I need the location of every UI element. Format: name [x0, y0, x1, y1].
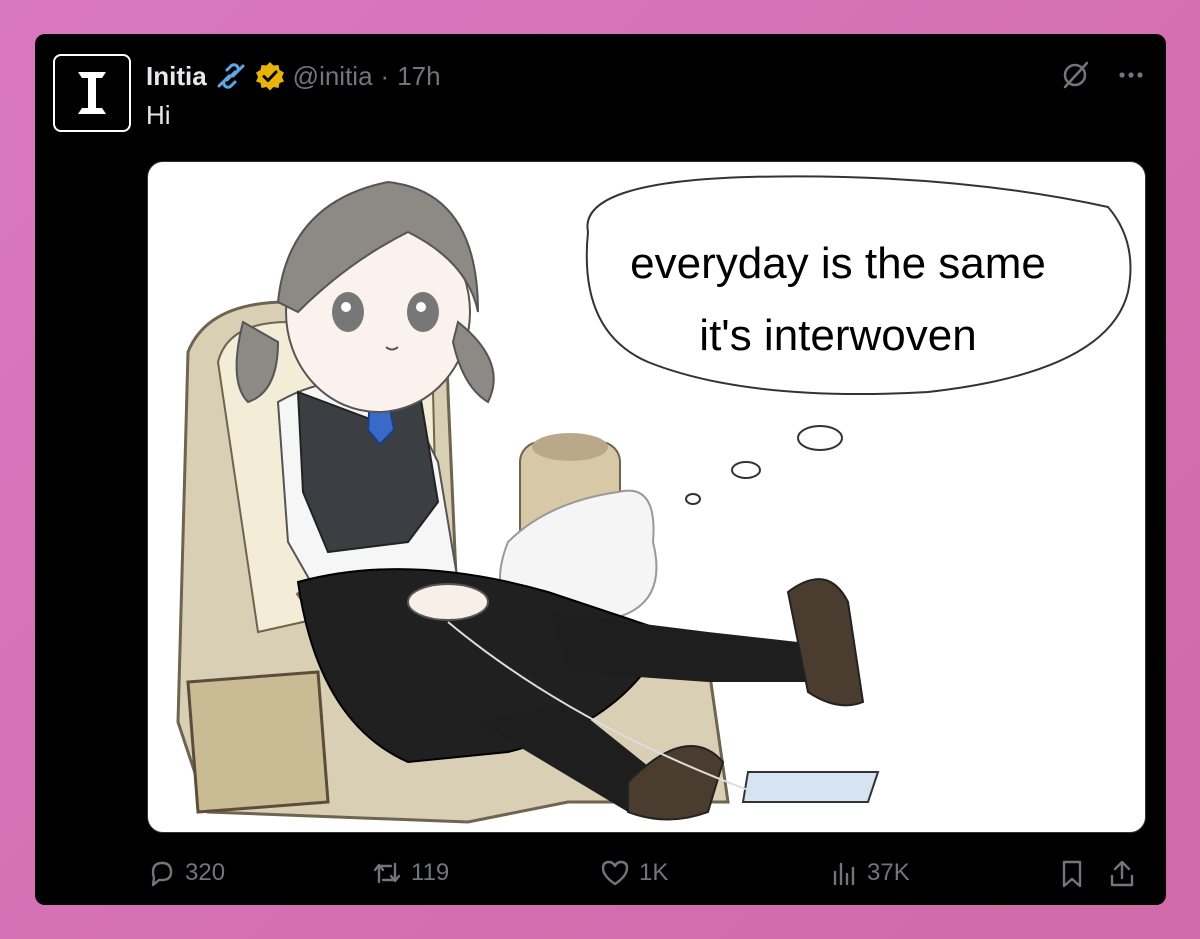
initia-logo-icon	[78, 72, 106, 114]
repost-count: 119	[411, 859, 450, 886]
views-chart-icon	[829, 858, 859, 888]
repost-button[interactable]: 119	[371, 858, 449, 888]
bookmark-button[interactable]	[1057, 858, 1087, 890]
separator-dot: ·	[380, 60, 390, 91]
tweet-text: Hi	[146, 100, 171, 130]
post-time[interactable]: 17h	[397, 61, 440, 92]
bubble-line-1: everyday is the same	[630, 239, 1046, 288]
tweet-header: Initia @initia · 17h	[146, 58, 441, 94]
reply-button[interactable]: 320	[147, 858, 225, 888]
like-button[interactable]: 1K	[599, 858, 668, 888]
grok-icon[interactable]	[1060, 60, 1090, 90]
chain-link-icon	[215, 60, 247, 92]
heart-icon	[599, 858, 631, 888]
more-icon[interactable]	[1116, 60, 1146, 90]
share-icon	[1107, 858, 1137, 890]
bookmark-icon	[1057, 858, 1087, 890]
avatar[interactable]	[53, 54, 131, 132]
author-handle[interactable]: @initia	[293, 61, 373, 92]
action-bar: 320 119 1K 37K	[147, 852, 1147, 904]
tweet-image[interactable]: everyday is the same it's interwoven	[147, 161, 1146, 833]
tweet-card[interactable]: Initia @initia · 17h Hi everyday is the …	[35, 34, 1166, 905]
views-count: 37K	[867, 859, 910, 886]
verified-badge-icon	[255, 61, 285, 91]
share-button[interactable]	[1107, 858, 1137, 890]
reply-icon	[147, 858, 177, 888]
author-name[interactable]: Initia	[146, 61, 207, 92]
views-button[interactable]: 37K	[829, 858, 910, 888]
reply-count: 320	[185, 859, 226, 886]
thought-bubble-text: everyday is the same it's interwoven	[578, 228, 1098, 372]
top-actions	[1060, 60, 1146, 90]
bubble-line-2: it's interwoven	[699, 311, 977, 360]
like-count: 1K	[639, 859, 669, 886]
repost-icon	[371, 858, 403, 888]
